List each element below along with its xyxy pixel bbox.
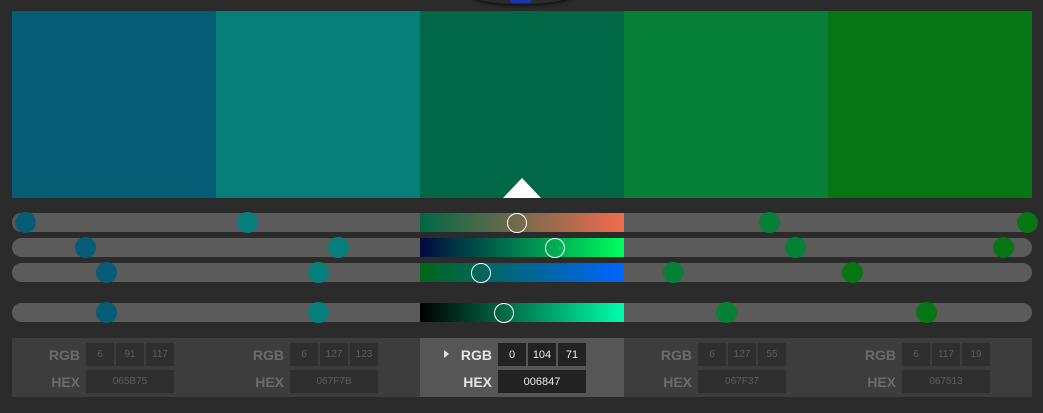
color-swatch-5[interactable] (828, 11, 1032, 198)
rgb-label: RGB (48, 347, 80, 363)
hue-knob-2[interactable] (236, 212, 258, 233)
value-gradient (420, 303, 624, 322)
lightness-knob-1[interactable] (95, 262, 117, 283)
hex-value-field[interactable]: 065B75 (86, 370, 174, 393)
color-swatch-1[interactable] (12, 11, 216, 198)
lightness-knob-3[interactable] (471, 262, 492, 283)
rgb-label: RGB (864, 347, 896, 363)
hex-value-field[interactable]: 006847 (498, 370, 586, 393)
rgb-label: RGB (252, 347, 284, 363)
green-value-field[interactable]: 117 (932, 343, 960, 366)
lightness-gradient (420, 263, 624, 282)
value-knob-3[interactable] (493, 302, 514, 323)
saturation-knob-1[interactable] (75, 237, 97, 258)
rgb-label: RGB (660, 347, 692, 363)
hex-label: HEX (463, 374, 492, 390)
blue-value-field[interactable]: 19 (962, 343, 990, 366)
green-value-field[interactable]: 127 (728, 343, 756, 366)
red-value-field[interactable]: 6 (86, 343, 114, 366)
saturation-gradient (420, 238, 624, 257)
value-knob-2[interactable] (308, 302, 329, 323)
hue-knob-3[interactable] (506, 212, 527, 233)
green-value-field[interactable]: 91 (116, 343, 144, 366)
color-values-3: RGB HEX 0 104 71 006847 (420, 338, 624, 397)
active-swatch-marker (503, 178, 541, 198)
green-value-field[interactable]: 104 (528, 343, 556, 366)
saturation-knob-3[interactable] (544, 237, 565, 258)
red-value-field[interactable]: 6 (290, 343, 318, 366)
red-value-field[interactable]: 6 (902, 343, 930, 366)
hex-value-field[interactable]: 067F37 (698, 370, 786, 393)
color-swatch-2[interactable] (216, 11, 420, 198)
blue-value-field[interactable]: 117 (146, 343, 174, 366)
color-values-2: RGB HEX 6 127 123 067F7B (216, 338, 420, 397)
hex-label: HEX (663, 374, 692, 390)
saturation-knob-2[interactable] (328, 237, 350, 258)
value-slider-track[interactable] (12, 302, 1032, 323)
hex-label: HEX (51, 374, 80, 390)
color-values-5: RGB HEX 6 117 19 067513 (828, 338, 1032, 397)
hue-knob-5[interactable] (1016, 212, 1038, 233)
hue-knob-1[interactable] (15, 212, 37, 233)
rgb-label: RGB (460, 347, 492, 363)
lightness-slider-track[interactable] (12, 262, 1032, 283)
hue-knob-4[interactable] (758, 212, 780, 233)
blue-value-field[interactable]: 55 (758, 343, 786, 366)
value-knob-4[interactable] (716, 302, 737, 323)
hex-label: HEX (867, 374, 896, 390)
saturation-knob-4[interactable] (785, 237, 807, 258)
value-knob-5[interactable] (915, 302, 937, 323)
red-value-field[interactable]: 6 (698, 343, 726, 366)
notch-indicator (510, 0, 532, 3)
color-swatch-4[interactable] (624, 11, 828, 198)
hex-label: HEX (255, 374, 284, 390)
expand-arrow-icon[interactable] (444, 350, 449, 358)
color-swatches (12, 11, 1032, 198)
color-values-4: RGB HEX 6 127 55 067F37 (624, 338, 828, 397)
color-swatch-3[interactable] (420, 11, 624, 198)
color-values-1: RGB HEX 6 91 117 065B75 (12, 338, 216, 397)
lightness-knob-4[interactable] (662, 262, 684, 283)
value-knob-1[interactable] (95, 302, 117, 323)
saturation-knob-5[interactable] (993, 237, 1015, 258)
hex-value-field[interactable]: 067513 (902, 370, 990, 393)
lightness-knob-2[interactable] (308, 262, 329, 283)
saturation-slider-track[interactable] (12, 237, 1032, 258)
blue-value-field[interactable]: 71 (558, 343, 586, 366)
blue-value-field[interactable]: 123 (350, 343, 378, 366)
red-value-field[interactable]: 0 (498, 343, 526, 366)
hex-value-field[interactable]: 067F7B (290, 370, 378, 393)
lightness-knob-5[interactable] (842, 262, 864, 283)
green-value-field[interactable]: 127 (320, 343, 348, 366)
hue-slider-track[interactable] (12, 212, 1038, 233)
color-values-panel: RGB HEX 6 91 117 065B75 RGB HEX 6 127 123 067F7B RGB… (12, 338, 1032, 397)
